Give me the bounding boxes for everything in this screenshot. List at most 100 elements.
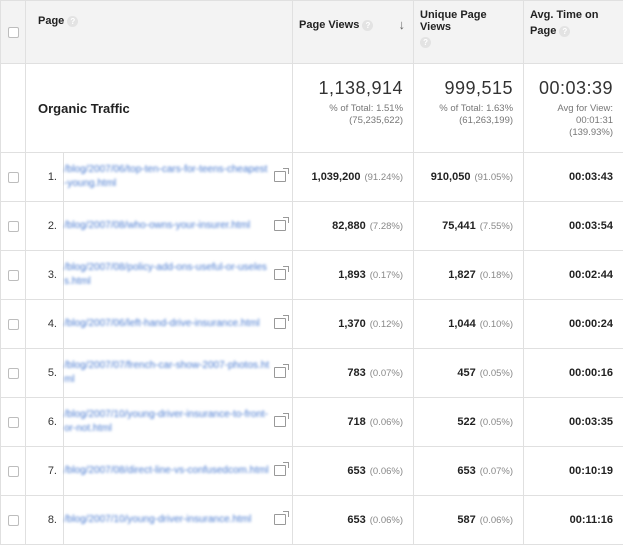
row-page-views: 653 (0.06%) (293, 496, 414, 545)
row-number: 7. (26, 447, 64, 496)
avg-time-header-label-line2: Page (530, 25, 556, 37)
row-unique-page-views: 522 (0.05%) (414, 398, 524, 447)
summary-page-views: 1,138,914 % of Total: 1.51% (75,235,622) (293, 64, 414, 153)
row-number: 2. (26, 202, 64, 251)
row-avg-time: 00:00:24 (524, 300, 623, 349)
row-unique-value: 522 (457, 416, 475, 428)
open-external-icon[interactable] (274, 269, 286, 280)
open-external-icon[interactable] (274, 367, 286, 378)
row-page-link[interactable]: /blog/2007/06/left-hand-drive-insurance.… (64, 317, 270, 331)
sort-descending-icon[interactable]: ↓ (399, 17, 406, 32)
row-checkbox-cell[interactable] (1, 153, 26, 202)
page-views-column-header[interactable]: Page Views ? ↓ (293, 1, 414, 64)
summary-unique-total: (61,263,199) (414, 115, 513, 127)
row-checkbox[interactable] (8, 466, 19, 477)
avg-time-column-header[interactable]: Avg. Time on Page ? (524, 1, 623, 64)
row-checkbox[interactable] (8, 221, 19, 232)
row-checkbox-cell[interactable] (1, 398, 26, 447)
help-icon[interactable]: ? (362, 20, 373, 31)
row-page-views-pct: (0.06%) (370, 515, 403, 526)
summary-unique-pct: % of Total: 1.63% (414, 103, 513, 115)
table-row: 6./blog/2007/10/young-driver-insurance-t… (1, 398, 623, 447)
row-unique-pct: (0.05%) (480, 417, 513, 428)
row-page-link[interactable]: /blog/2007/07/french-car-show-2007-photo… (64, 359, 270, 387)
summary-page-views-total: (75,235,622) (293, 115, 403, 127)
row-page-cell: /blog/2007/06/top-ten-cars-for-teens-che… (64, 153, 293, 202)
table-row: 2./blog/2007/08/who-owns-your-insurer.ht… (1, 202, 623, 251)
row-page-cell: /blog/2007/10/young-driver-insurance-to-… (64, 398, 293, 447)
row-page-link[interactable]: /blog/2007/06/top-ten-cars-for-teens-che… (64, 163, 270, 191)
select-all-cell[interactable] (1, 1, 26, 64)
page-views-header-label: Page Views (299, 19, 359, 31)
row-page-link[interactable]: /blog/2007/08/who-owns-your-insurer.html (64, 219, 270, 233)
help-icon[interactable]: ? (559, 26, 570, 37)
row-avg-time: 00:03:35 (524, 398, 623, 447)
open-external-icon[interactable] (274, 220, 286, 231)
summary-avg-time-value: 00:03:39 (524, 78, 613, 99)
row-page-views-value: 783 (347, 367, 365, 379)
row-page-views-value: 653 (347, 514, 365, 526)
row-unique-page-views: 653(0.07%) (414, 447, 524, 496)
row-page-cell: /blog/2007/10/young-driver-insurance.htm… (64, 496, 293, 545)
row-checkbox[interactable] (8, 172, 19, 183)
open-external-icon[interactable] (274, 171, 286, 182)
row-checkbox-cell[interactable] (1, 349, 26, 398)
row-checkbox[interactable] (8, 515, 19, 526)
open-external-icon[interactable] (274, 416, 286, 427)
row-number: 8. (26, 496, 64, 545)
row-number: 6. (26, 398, 64, 447)
row-number: 5. (26, 349, 64, 398)
open-external-icon[interactable] (274, 514, 286, 525)
row-checkbox-cell[interactable] (1, 496, 26, 545)
row-avg-time: 00:00:16 (524, 349, 623, 398)
row-unique-value: 1,044 (448, 318, 476, 330)
row-checkbox[interactable] (8, 368, 19, 379)
row-checkbox[interactable] (8, 270, 19, 281)
help-icon[interactable]: ? (420, 37, 431, 48)
row-avg-time: 00:11:16 (524, 496, 623, 545)
row-page-views-pct: (91.24%) (364, 172, 403, 183)
row-page-views: 1,893 (0.17%) (293, 251, 414, 300)
row-page-cell: /blog/2007/06/left-hand-drive-insurance.… (64, 300, 293, 349)
row-number: 3. (26, 251, 64, 300)
select-all-checkbox[interactable] (8, 27, 19, 38)
row-unique-page-views: 1,044(0.10%) (414, 300, 524, 349)
row-page-views: 718(0.06%) (293, 398, 414, 447)
row-checkbox[interactable] (8, 417, 19, 428)
summary-page-views-pct: % of Total: 1.51% (293, 103, 403, 115)
help-icon[interactable]: ? (67, 16, 78, 27)
row-unique-value: 1,827 (448, 269, 476, 281)
row-checkbox-cell[interactable] (1, 300, 26, 349)
row-page-views-pct: (0.17%) (370, 270, 403, 281)
row-avg-time: 00:03:43 (524, 153, 623, 202)
row-unique-pct: (0.18%) (480, 270, 513, 281)
page-column-header[interactable]: Page ? (26, 1, 293, 64)
row-page-link[interactable]: /blog/2007/10/young-driver-insurance.htm… (64, 513, 270, 527)
row-checkbox[interactable] (8, 319, 19, 330)
row-page-link[interactable]: /blog/2007/08/direct-line-vs-confusedcom… (64, 464, 270, 478)
row-page-views: 783(0.07%) (293, 349, 414, 398)
summary-avg-time-pct: (139.93%) (524, 127, 613, 139)
row-page-views-pct: (0.06%) (370, 466, 403, 477)
row-page-views-value: 1,893 (338, 269, 366, 281)
unique-page-views-column-header[interactable]: Unique Page Views ? (414, 1, 524, 64)
row-checkbox-cell[interactable] (1, 202, 26, 251)
table-row: 5./blog/2007/07/french-car-show-2007-pho… (1, 349, 623, 398)
row-avg-time: 00:02:44 (524, 251, 623, 300)
summary-unique-page-views: 999,515 % of Total: 1.63% (61,263,199) (414, 64, 524, 153)
row-page-views-pct: (0.12%) (370, 319, 403, 330)
row-page-views-value: 653 (347, 465, 365, 477)
table-row: 8./blog/2007/10/young-driver-insurance.h… (1, 496, 623, 545)
row-checkbox-cell[interactable] (1, 251, 26, 300)
row-page-link[interactable]: /blog/2007/10/young-driver-insurance-to-… (64, 408, 270, 436)
row-unique-page-views: 75,441(7.55%) (414, 202, 524, 251)
open-external-icon[interactable] (274, 465, 286, 476)
summary-avg-time: 00:03:39 Avg for View: 00:01:31 (139.93%… (524, 64, 623, 153)
row-checkbox-cell[interactable] (1, 447, 26, 496)
row-number: 1. (26, 153, 64, 202)
row-page-cell: /blog/2007/08/who-owns-your-insurer.html (64, 202, 293, 251)
open-external-icon[interactable] (274, 318, 286, 329)
summary-row: Organic Traffic 1,138,914 % of Total: 1.… (1, 64, 623, 153)
row-page-link[interactable]: /blog/2007/08/policy-add-ons-useful-or-u… (64, 261, 270, 289)
row-page-views-value: 1,039,200 (312, 171, 361, 183)
